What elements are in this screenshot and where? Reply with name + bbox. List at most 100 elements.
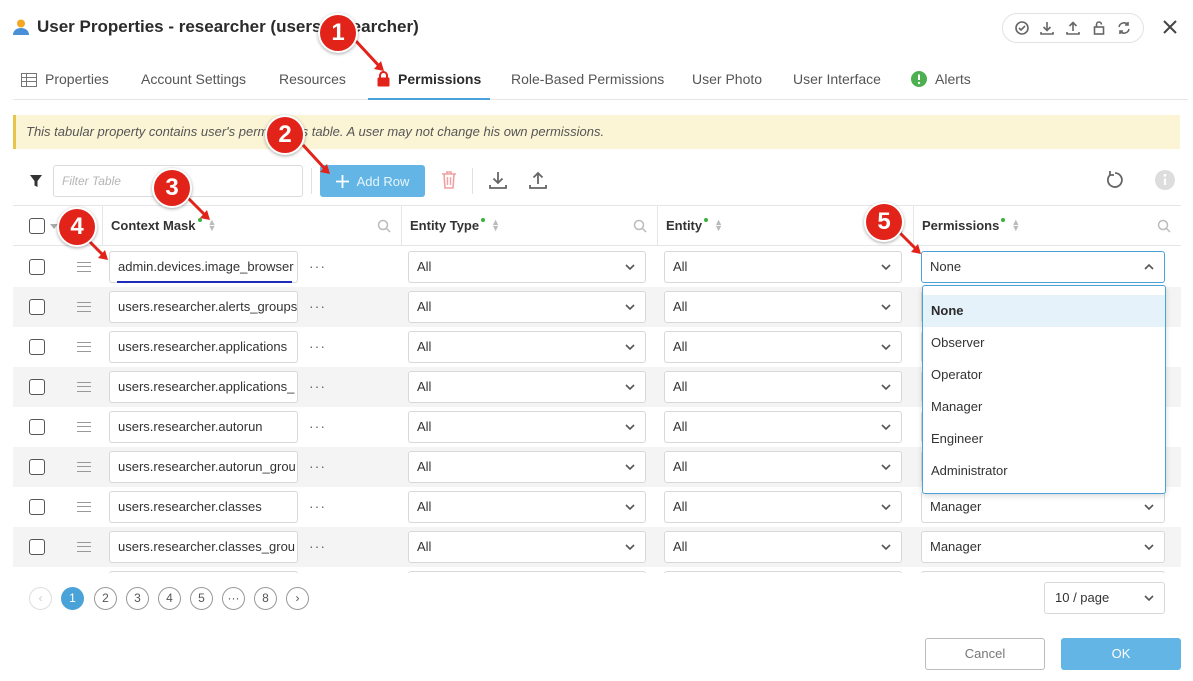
drag-handle-icon[interactable] (77, 502, 91, 512)
tab-user-photo[interactable]: User Photo (692, 60, 762, 100)
next-page-button[interactable]: › (286, 587, 309, 610)
more-options-icon[interactable]: ··· (309, 538, 326, 554)
drag-handle-icon[interactable] (77, 422, 91, 432)
drag-handle-icon[interactable] (77, 462, 91, 472)
unlock-icon[interactable] (1090, 19, 1108, 37)
info-icon[interactable] (1154, 169, 1176, 191)
entity-select[interactable]: All (664, 251, 902, 283)
upload-icon[interactable] (1064, 19, 1082, 37)
context-mask-field[interactable]: users.researcher.alerts_groups (109, 291, 298, 323)
check-circle-icon[interactable] (1013, 19, 1031, 37)
option-none[interactable]: None (923, 295, 1165, 327)
close-icon[interactable] (1160, 17, 1180, 37)
delete-icon[interactable] (438, 169, 460, 191)
tab-user-interface[interactable]: User Interface (793, 60, 881, 100)
cancel-button[interactable]: Cancel (925, 638, 1045, 670)
context-mask-field[interactable]: users.researcher.autorun (109, 411, 298, 443)
permissions-select[interactable]: Manager (921, 531, 1165, 563)
page-2[interactable]: 2 (94, 587, 117, 610)
entity-type-select[interactable]: All (408, 451, 646, 483)
row-checkbox[interactable] (29, 259, 45, 275)
entity-select[interactable]: All (664, 531, 902, 563)
refresh-sync-icon[interactable] (1115, 19, 1133, 37)
search-icon[interactable] (1157, 219, 1171, 233)
row-checkbox[interactable] (29, 339, 45, 355)
tab-resources[interactable]: Resources (279, 60, 346, 100)
tab-properties[interactable]: Properties (21, 60, 109, 100)
entity-type-select[interactable]: All (408, 251, 646, 283)
context-mask-field[interactable]: users.researcher.autorun_grou (109, 451, 298, 483)
ok-button[interactable]: OK (1061, 638, 1181, 670)
permissions-select[interactable]: None (921, 251, 1165, 283)
more-options-icon[interactable]: ··· (309, 258, 326, 274)
prev-page-button[interactable]: ‹ (29, 587, 52, 610)
sort-icon[interactable]: ▲ ▼ (1011, 218, 1020, 233)
entity-select[interactable]: All (664, 411, 902, 443)
sort-icon[interactable]: ▲ ▼ (714, 218, 723, 233)
filter-icon[interactable] (29, 174, 43, 188)
page-5[interactable]: 5 (190, 587, 213, 610)
page-4[interactable]: 4 (158, 587, 181, 610)
option-administrator[interactable]: Administrator (923, 455, 1165, 487)
entity-type-select[interactable]: All (408, 331, 646, 363)
context-mask-field[interactable]: users.researcher.applications_ (109, 371, 298, 403)
page-3[interactable]: 3 (126, 587, 149, 610)
row-checkbox[interactable] (29, 419, 45, 435)
sort-icon[interactable]: ▲ ▼ (491, 218, 500, 233)
entity-type-select[interactable]: All (408, 371, 646, 403)
column-entity-type[interactable]: Entity Type ▲ ▼ (401, 206, 657, 246)
context-mask-field[interactable]: users.researcher.applications (109, 331, 298, 363)
option-manager[interactable]: Manager (923, 391, 1165, 423)
page-1[interactable]: 1 (61, 587, 84, 610)
permissions-select[interactable]: Manager (921, 491, 1165, 523)
option-operator[interactable]: Operator (923, 359, 1165, 391)
more-options-icon[interactable]: ··· (309, 458, 326, 474)
search-icon[interactable] (633, 219, 647, 233)
more-options-icon[interactable]: ··· (309, 498, 326, 514)
entity-type-select[interactable]: All (408, 491, 646, 523)
page-size-select[interactable]: 10 / page (1044, 582, 1165, 614)
drag-handle-icon[interactable] (77, 342, 91, 352)
entity-select[interactable]: All (664, 371, 902, 403)
entity-select[interactable] (664, 571, 902, 573)
option-observer[interactable]: Observer (923, 327, 1165, 359)
entity-type-select[interactable]: All (408, 531, 646, 563)
row-checkbox[interactable] (29, 299, 45, 315)
context-mask-field[interactable]: users.researcher.classes (109, 491, 298, 523)
context-mask-field[interactable]: users.researcher.classes_grou (109, 531, 298, 563)
column-context-mask[interactable]: Context Mask ▲ ▼ (102, 206, 401, 246)
column-permissions[interactable]: Permissions ▲ ▼ (913, 206, 1181, 246)
export-upload-icon[interactable] (527, 169, 549, 191)
tab-account-settings[interactable]: Account Settings (141, 60, 246, 100)
entity-select[interactable]: All (664, 451, 902, 483)
permissions-select[interactable] (921, 571, 1165, 573)
drag-handle-icon[interactable] (77, 302, 91, 312)
undo-reset-icon[interactable] (1104, 169, 1126, 191)
import-download-icon[interactable] (487, 169, 509, 191)
select-all-checkbox[interactable] (29, 218, 45, 234)
entity-select[interactable]: All (664, 491, 902, 523)
page-ellipsis[interactable]: ··· (222, 587, 245, 610)
row-checkbox[interactable] (29, 499, 45, 515)
context-mask-field[interactable]: admin.devices.image_browser (109, 251, 298, 283)
more-options-icon[interactable]: ··· (309, 378, 326, 394)
entity-select[interactable]: All (664, 331, 902, 363)
entity-type-select[interactable]: All (408, 291, 646, 323)
entity-type-select[interactable] (408, 571, 646, 573)
more-options-icon[interactable]: ··· (309, 338, 326, 354)
row-checkbox[interactable] (29, 539, 45, 555)
download-icon[interactable] (1038, 19, 1056, 37)
entity-type-select[interactable]: All (408, 411, 646, 443)
more-options-icon[interactable]: ··· (309, 418, 326, 434)
tab-role-based-permissions[interactable]: Role-Based Permissions (511, 60, 664, 100)
search-icon[interactable] (377, 219, 391, 233)
entity-select[interactable]: All (664, 291, 902, 323)
drag-handle-icon[interactable] (77, 382, 91, 392)
row-checkbox[interactable] (29, 459, 45, 475)
tab-alerts[interactable]: Alerts (911, 60, 971, 100)
row-checkbox[interactable] (29, 379, 45, 395)
context-mask-field[interactable] (109, 571, 298, 573)
page-8[interactable]: 8 (254, 587, 277, 610)
option-engineer[interactable]: Engineer (923, 423, 1165, 455)
more-options-icon[interactable]: ··· (309, 298, 326, 314)
